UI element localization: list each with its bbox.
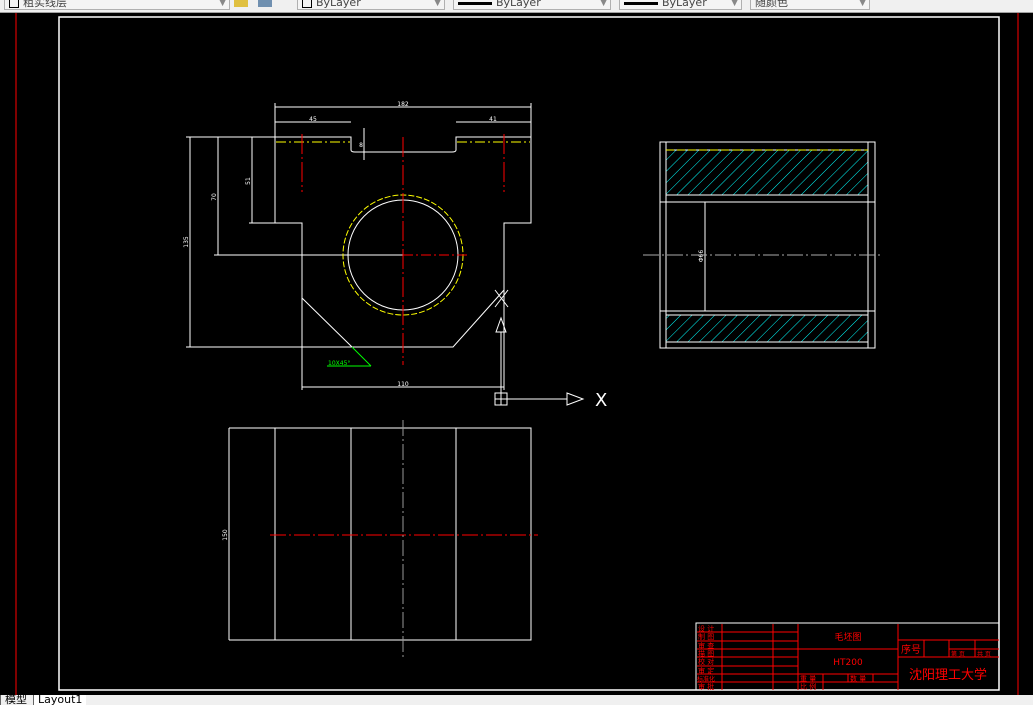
dim-height: 135 [183,236,190,248]
lineweight-dropdown[interactable]: ByLayer ▼ [619,0,742,10]
tb-row: 审 批 [698,682,714,691]
dim-51: 51 [245,177,252,185]
weight-label: 重 量 [800,675,816,683]
chevron-down-icon: ▼ [219,0,226,8]
tb-row: 描 图 [698,649,714,658]
serial-label: 序号 [901,643,921,656]
ucs-x-label: X [595,390,607,411]
layout-tabs: 模型 Layout1 [0,695,1033,705]
quantity-label: 数 量 [850,674,866,683]
chevron-down-icon: ▼ [859,0,866,8]
page-label: 第 页 [951,650,965,658]
linetype-dropdown[interactable]: ByLayer ▼ [453,0,611,10]
dim-side-bore: Φ66 [698,250,705,263]
school-name: 沈阳理工大学 [909,667,987,683]
linetype-sample-icon [458,1,492,5]
plotstyle-dropdown[interactable]: 随颜色 ▼ [750,0,870,10]
tb-row: 设 计 [698,624,714,633]
chevron-down-icon: ▼ [434,0,441,8]
dim-bottom-height: 150 [222,529,229,541]
tb-row: 审 查 [698,641,714,650]
layer-dropdown[interactable]: 粗实线层 ▼ [4,0,230,10]
tb-row: 制 图 [698,632,714,641]
paper-border [15,13,1019,695]
part-name: 毛坯图 [834,631,861,643]
material: HT200 [833,658,863,668]
scale-label: 比 例 [800,682,816,691]
properties-toolbar: 粗实线层 ▼ ByLayer ▼ ByLayer ▼ ByLayer ▼ 随颜色 ▼ [0,0,1033,13]
tb-row: 校 对 [698,657,714,666]
color-dropdown[interactable]: ByLayer ▼ [297,0,445,10]
tb-row: 标准化 [697,675,715,683]
dim-70: 70 [211,193,218,201]
dim-slot-depth: 8 [359,142,363,149]
tab-layout1[interactable]: Layout1 [33,695,87,705]
dim-top-width: 182 [397,101,409,108]
ucs-icon: X [494,289,607,411]
dim-top-left: 45 [309,116,317,123]
dim-chamfer: 10X45° [328,360,350,367]
layer-state-icon [9,0,19,8]
dim-top-right: 41 [489,116,497,123]
drawing-canvas[interactable]: 182 45 41 8 51 70 135 110 10X45° Φ66 150… [0,13,1033,695]
lineweight-sample-icon [624,1,658,5]
color-swatch-icon [302,0,312,8]
make-current-layer-icon[interactable] [234,0,248,7]
dim-base-width: 110 [397,381,409,388]
layer-previous-icon[interactable] [258,0,272,7]
chevron-down-icon: ▼ [600,0,607,8]
side-view[interactable] [643,141,880,349]
chevron-down-icon: ▼ [731,0,738,8]
tb-row: 审 定 [698,666,714,675]
tab-model[interactable]: 模型 [0,695,31,705]
total-label: 共 页 [977,650,991,658]
bottom-view[interactable] [228,420,538,660]
